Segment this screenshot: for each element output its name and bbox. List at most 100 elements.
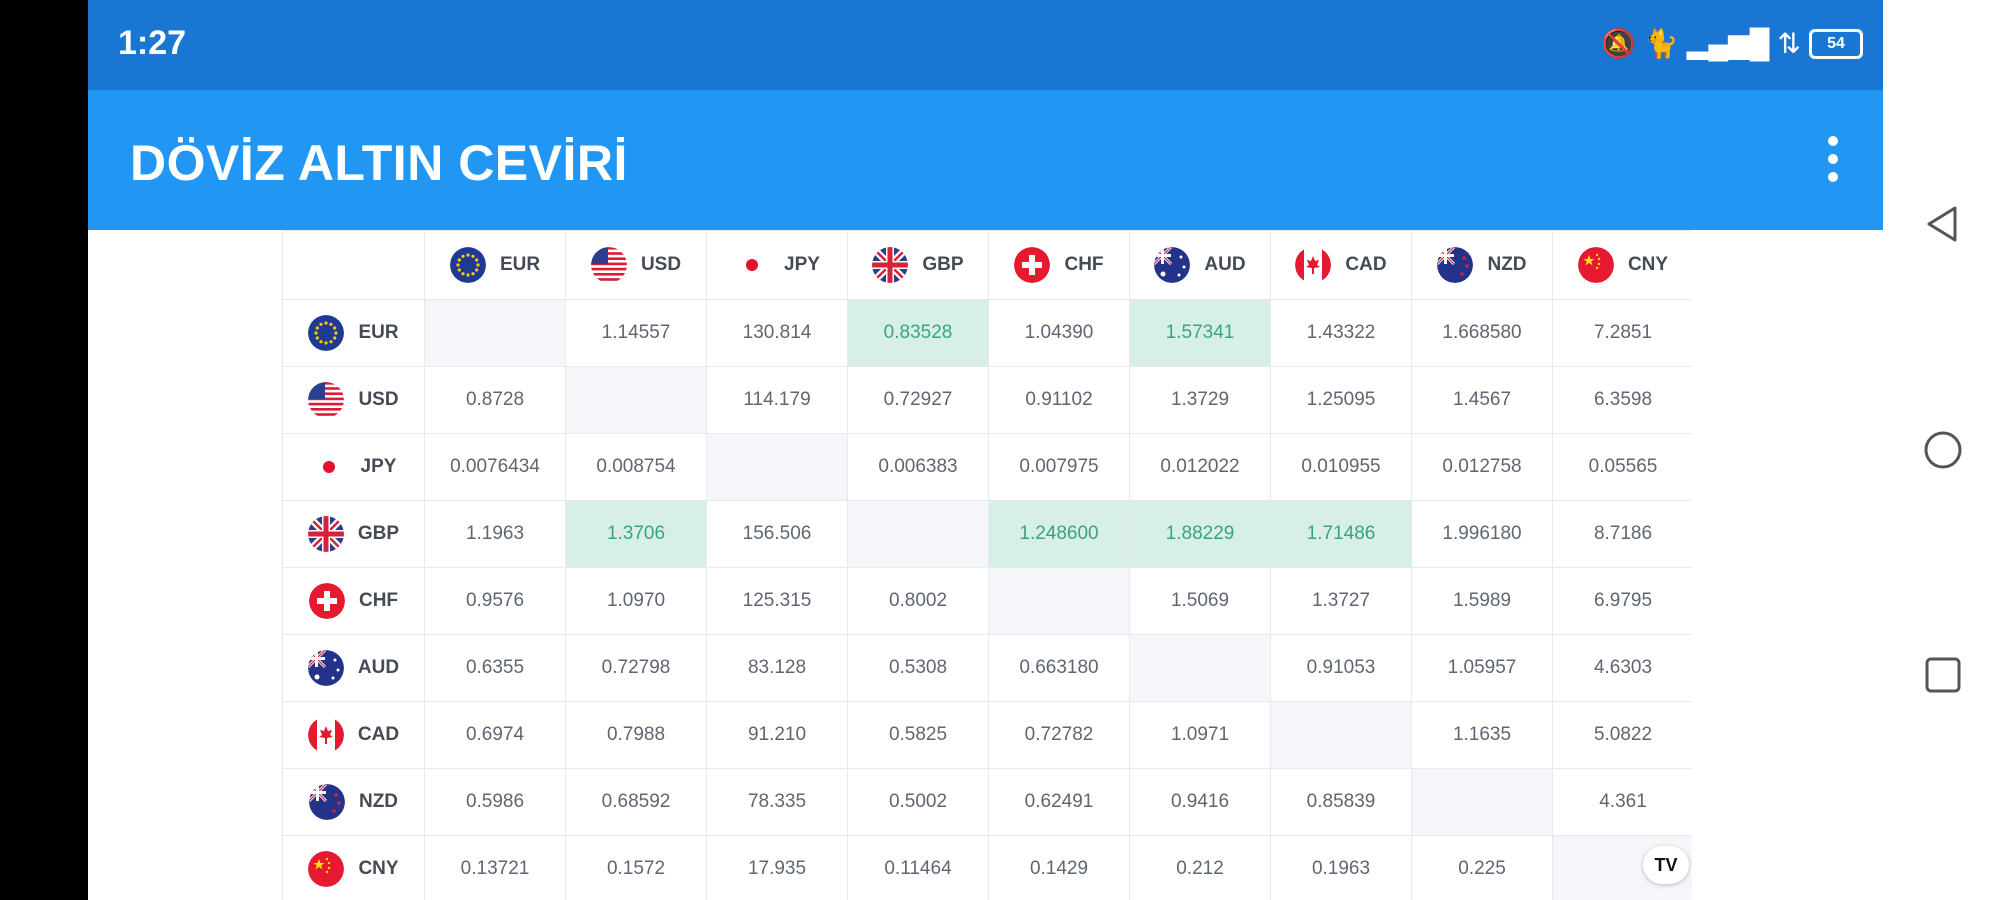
- currency-table-container[interactable]: EUR USD JPY GBP CHF AUD CAD NZD CNY EUR 1.14557 13…: [282, 230, 1692, 900]
- rate-cell[interactable]: 156.506: [706, 500, 848, 568]
- rate-cell[interactable]: 0.012022: [1129, 433, 1271, 501]
- rate-cell[interactable]: 0.1572: [565, 835, 707, 900]
- rate-cell[interactable]: 0.6974: [424, 701, 566, 769]
- rate-cell[interactable]: 0.1963: [1270, 835, 1412, 900]
- rate-cell[interactable]: 0.9416: [1129, 768, 1271, 836]
- rate-cell[interactable]: 0.663180: [988, 634, 1130, 702]
- rate-cell[interactable]: 114.179: [706, 366, 848, 434]
- rate-cell[interactable]: 0.006383: [847, 433, 989, 501]
- rate-cell[interactable]: 5.0822: [1552, 701, 1692, 769]
- rate-cell[interactable]: 0.13721: [424, 835, 566, 900]
- rate-cell[interactable]: 0.91053: [1270, 634, 1412, 702]
- rate-cell[interactable]: 0.91102: [988, 366, 1130, 434]
- more-options-icon[interactable]: [1823, 132, 1843, 188]
- rate-cell[interactable]: 6.3598: [1552, 366, 1692, 434]
- column-header-eur[interactable]: EUR: [424, 230, 566, 300]
- rate-cell[interactable]: 0.0076434: [424, 433, 566, 501]
- rate-cell[interactable]: 1.5069: [1129, 567, 1271, 635]
- rate-cell[interactable]: 1.88229: [1129, 500, 1271, 568]
- rate-cell[interactable]: 6.9795: [1552, 567, 1692, 635]
- home-icon[interactable]: [1923, 430, 1963, 470]
- rate-cell[interactable]: 0.72782: [988, 701, 1130, 769]
- rate-cell[interactable]: 0.68592: [565, 768, 707, 836]
- row-header-aud[interactable]: AUD: [282, 634, 425, 702]
- row-header-usd[interactable]: USD: [282, 366, 425, 434]
- rate-cell[interactable]: 0.212: [1129, 835, 1271, 900]
- rate-cell[interactable]: 1.1963: [424, 500, 566, 568]
- recent-apps-icon[interactable]: [1923, 655, 1963, 695]
- rate-cell[interactable]: 1.1635: [1411, 701, 1553, 769]
- rate-cell[interactable]: 0.5825: [847, 701, 989, 769]
- rate-cell[interactable]: 1.248600: [988, 500, 1130, 568]
- rate-cell[interactable]: 0.008754: [565, 433, 707, 501]
- rate-cell[interactable]: 1.3727: [1270, 567, 1412, 635]
- row-header-cad[interactable]: CAD: [282, 701, 425, 769]
- rate-cell[interactable]: 0.007975: [988, 433, 1130, 501]
- rate-cell[interactable]: 1.25095: [1270, 366, 1412, 434]
- rate-cell[interactable]: 1.996180: [1411, 500, 1553, 568]
- column-header-cny[interactable]: CNY: [1552, 230, 1692, 300]
- rate-cell[interactable]: 0.62491: [988, 768, 1130, 836]
- rate-cell[interactable]: 0.9576: [424, 567, 566, 635]
- rate-cell[interactable]: 4.6303: [1552, 634, 1692, 702]
- column-header-cad[interactable]: CAD: [1270, 230, 1412, 300]
- rate-cell[interactable]: [1270, 701, 1412, 769]
- rate-cell[interactable]: 0.7988: [565, 701, 707, 769]
- column-header-gbp[interactable]: GBP: [847, 230, 989, 300]
- rate-cell[interactable]: 0.72927: [847, 366, 989, 434]
- rate-cell[interactable]: 1.0971: [1129, 701, 1271, 769]
- tv-badge[interactable]: TV: [1643, 846, 1689, 884]
- rate-cell[interactable]: [847, 500, 989, 568]
- row-header-chf[interactable]: CHF: [282, 567, 425, 635]
- rate-cell[interactable]: 1.3729: [1129, 366, 1271, 434]
- rate-cell[interactable]: 4.361: [1552, 768, 1692, 836]
- row-header-gbp[interactable]: GBP: [282, 500, 425, 568]
- rate-cell[interactable]: 0.05565: [1552, 433, 1692, 501]
- rate-cell[interactable]: 130.814: [706, 299, 848, 367]
- rate-cell[interactable]: 1.668580: [1411, 299, 1553, 367]
- rate-cell[interactable]: [424, 299, 566, 367]
- rate-cell[interactable]: 0.225: [1411, 835, 1553, 900]
- rate-cell[interactable]: 17.935: [706, 835, 848, 900]
- rate-cell[interactable]: 0.8728: [424, 366, 566, 434]
- rate-cell[interactable]: 0.5308: [847, 634, 989, 702]
- rate-cell[interactable]: 1.0970: [565, 567, 707, 635]
- rate-cell[interactable]: 1.14557: [565, 299, 707, 367]
- rate-cell[interactable]: [1129, 634, 1271, 702]
- rate-cell[interactable]: 0.8002: [847, 567, 989, 635]
- rate-cell[interactable]: 7.2851: [1552, 299, 1692, 367]
- rate-cell[interactable]: [706, 433, 848, 501]
- rate-cell[interactable]: 1.57341: [1129, 299, 1271, 367]
- rate-cell[interactable]: 0.5986: [424, 768, 566, 836]
- back-icon[interactable]: [1923, 204, 1963, 244]
- row-header-cny[interactable]: CNY: [282, 835, 425, 900]
- column-header-nzd[interactable]: NZD: [1411, 230, 1553, 300]
- rate-cell[interactable]: 0.1429: [988, 835, 1130, 900]
- row-header-eur[interactable]: EUR: [282, 299, 425, 367]
- rate-cell[interactable]: 1.05957: [1411, 634, 1553, 702]
- column-header-aud[interactable]: AUD: [1129, 230, 1271, 300]
- rate-cell[interactable]: 0.5002: [847, 768, 989, 836]
- rate-cell[interactable]: [988, 567, 1130, 635]
- row-header-jpy[interactable]: JPY: [282, 433, 425, 501]
- rate-cell[interactable]: 8.7186: [1552, 500, 1692, 568]
- row-header-nzd[interactable]: NZD: [282, 768, 425, 836]
- rate-cell[interactable]: 1.04390: [988, 299, 1130, 367]
- rate-cell[interactable]: 78.335: [706, 768, 848, 836]
- rate-cell[interactable]: 1.3706: [565, 500, 707, 568]
- rate-cell[interactable]: [565, 366, 707, 434]
- rate-cell[interactable]: [1411, 768, 1553, 836]
- rate-cell[interactable]: 125.315: [706, 567, 848, 635]
- rate-cell[interactable]: 83.128: [706, 634, 848, 702]
- rate-cell[interactable]: 91.210: [706, 701, 848, 769]
- column-header-jpy[interactable]: JPY: [706, 230, 848, 300]
- rate-cell[interactable]: 0.83528: [847, 299, 989, 367]
- rate-cell[interactable]: 0.11464: [847, 835, 989, 900]
- rate-cell[interactable]: 0.85839: [1270, 768, 1412, 836]
- rate-cell[interactable]: 0.6355: [424, 634, 566, 702]
- rate-cell[interactable]: 1.4567: [1411, 366, 1553, 434]
- column-header-chf[interactable]: CHF: [988, 230, 1130, 300]
- rate-cell[interactable]: 1.43322: [1270, 299, 1412, 367]
- rate-cell[interactable]: 1.71486: [1270, 500, 1412, 568]
- rate-cell[interactable]: 0.72798: [565, 634, 707, 702]
